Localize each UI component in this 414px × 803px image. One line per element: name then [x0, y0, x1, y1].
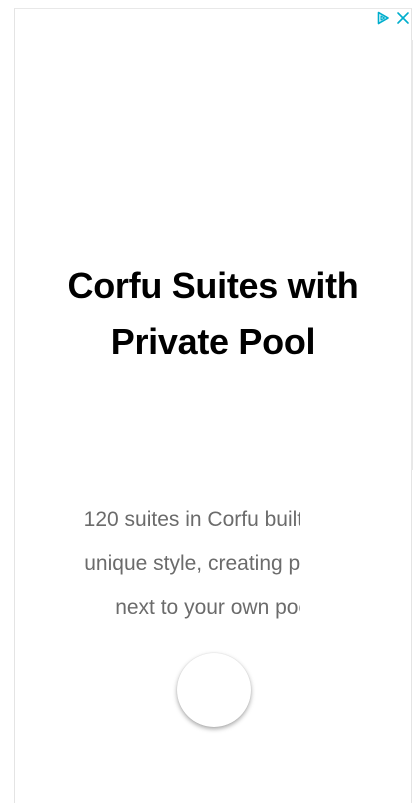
adchoices-icon[interactable] [375, 10, 391, 26]
body-line-1: 120 suites in Corfu built with [83, 508, 300, 531]
cta-circle-button[interactable] [177, 653, 251, 727]
ad-page: Corfu Suites with Private Pool 120 suite… [0, 0, 414, 803]
ad-body: 120 suites in Corfu built with unique st… [50, 498, 300, 638]
ad-headline[interactable]: Corfu Suites with Private Pool [14, 258, 412, 370]
body-line-2: unique style, creating peace [84, 552, 300, 575]
ad-controls [375, 10, 411, 26]
scroll-track [411, 40, 413, 470]
close-icon[interactable] [395, 10, 411, 26]
body-line-3: next to your own pool [115, 596, 300, 619]
headline-line-1: Corfu Suites with [67, 265, 359, 306]
headline-line-2: Private Pool [110, 321, 316, 362]
